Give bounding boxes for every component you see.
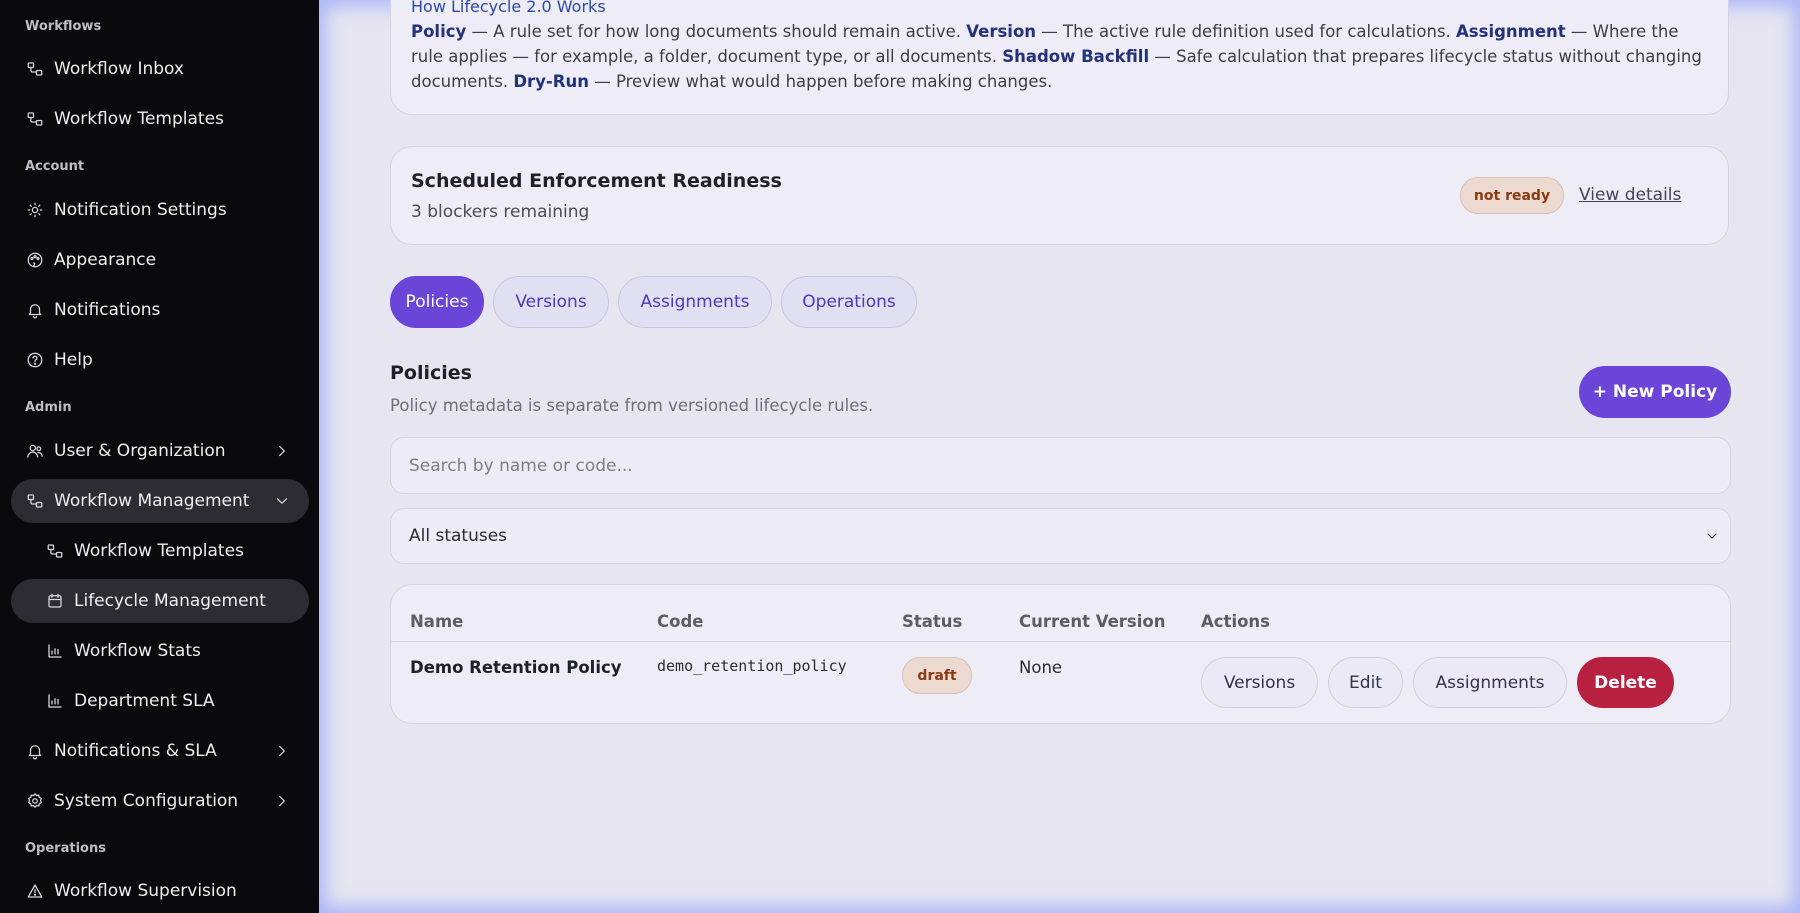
term-dry-run: Dry-Run bbox=[513, 72, 589, 91]
term-policy: Policy bbox=[411, 22, 467, 41]
policy-current-version: None bbox=[1019, 658, 1063, 677]
column-header-current-version: Current Version bbox=[1019, 612, 1166, 631]
chevron-down-icon bbox=[1704, 528, 1720, 549]
search-input[interactable]: Search by name or code... bbox=[390, 437, 1731, 494]
bell-icon bbox=[25, 300, 45, 320]
info-text: Policy — A rule set for how long documen… bbox=[411, 22, 1702, 91]
sidebar-item-lifecycle-management[interactable]: Lifecycle Management bbox=[11, 579, 309, 623]
sidebar-item-notifications[interactable]: Notifications bbox=[11, 288, 309, 332]
column-header-actions: Actions bbox=[1201, 612, 1270, 631]
chevron-right-icon bbox=[273, 442, 291, 460]
info-title: How Lifecycle 2.0 Works bbox=[411, 0, 606, 16]
term-shadow-backfill: Shadow Backfill bbox=[1002, 47, 1150, 66]
delete-button[interactable]: Delete bbox=[1577, 657, 1674, 708]
sidebar-item-department-sla[interactable]: Department SLA bbox=[11, 679, 309, 723]
policies-title: Policies bbox=[390, 362, 472, 384]
view-details-link[interactable]: View details bbox=[1579, 185, 1681, 205]
tab-operations[interactable]: Operations bbox=[781, 276, 917, 328]
sidebar-item-help[interactable]: Help bbox=[11, 338, 309, 382]
policy-name: Demo Retention Policy bbox=[410, 658, 622, 677]
section-label-operations: Operations bbox=[25, 841, 106, 856]
status-filter-value: All statuses bbox=[409, 526, 508, 546]
policies-table: Name Code Status Current Version Actions… bbox=[390, 584, 1731, 724]
bar-chart-icon bbox=[45, 641, 65, 661]
lifecycle-info-card: How Lifecycle 2.0 Works Policy — A rule … bbox=[390, 0, 1729, 115]
column-header-status: Status bbox=[902, 612, 963, 631]
sun-icon bbox=[25, 200, 45, 220]
bar-chart-icon bbox=[45, 691, 65, 711]
chevron-right-icon bbox=[273, 742, 291, 760]
policy-status-badge: draft bbox=[902, 657, 972, 694]
column-header-name: Name bbox=[410, 612, 464, 631]
sidebar-item-notification-settings[interactable]: Notification Settings bbox=[11, 188, 309, 232]
assignments-button[interactable]: Assignments bbox=[1413, 657, 1567, 708]
sidebar-item-workflow-supervision[interactable]: Workflow Supervision bbox=[11, 869, 309, 913]
help-circle-icon bbox=[25, 350, 45, 370]
sidebar-item-workflow-inbox[interactable]: Workflow Inbox bbox=[11, 47, 309, 91]
policy-code: demo_retention_policy bbox=[657, 657, 847, 675]
tab-policies[interactable]: Policies bbox=[390, 276, 484, 328]
workflow-icon bbox=[45, 541, 65, 561]
sidebar-item-workflow-templates[interactable]: Workflow Templates bbox=[11, 97, 309, 141]
enforcement-readiness-card: Scheduled Enforcement Readiness 3 blocke… bbox=[390, 146, 1729, 245]
main-content: How Lifecycle 2.0 Works Policy — A rule … bbox=[319, 0, 1800, 913]
sidebar-item-user-organization[interactable]: User & Organization bbox=[11, 429, 309, 473]
sidebar-item-system-configuration[interactable]: System Configuration bbox=[11, 779, 309, 823]
sidebar-item-appearance[interactable]: Appearance bbox=[11, 238, 309, 282]
section-label-workflows: Workflows bbox=[25, 19, 102, 34]
table-divider bbox=[391, 641, 1730, 642]
status-filter-select[interactable]: All statuses bbox=[390, 508, 1731, 564]
sidebar: Workflows Workflow Inbox Workflow Templa… bbox=[0, 0, 319, 913]
workflow-icon bbox=[25, 109, 45, 129]
bell-icon bbox=[25, 741, 45, 761]
tab-assignments[interactable]: Assignments bbox=[618, 276, 772, 328]
policies-subtitle: Policy metadata is separate from version… bbox=[390, 396, 874, 415]
readiness-title: Scheduled Enforcement Readiness bbox=[411, 170, 782, 192]
new-policy-button[interactable]: + New Policy bbox=[1579, 366, 1731, 418]
term-version: Version bbox=[966, 22, 1037, 41]
sidebar-item-workflow-templates-sub[interactable]: Workflow Templates bbox=[11, 529, 309, 573]
workflow-icon bbox=[25, 59, 45, 79]
warning-triangle-icon bbox=[25, 881, 45, 901]
tab-versions[interactable]: Versions bbox=[493, 276, 609, 328]
palette-icon bbox=[25, 250, 45, 270]
edit-button[interactable]: Edit bbox=[1328, 657, 1403, 708]
calendar-icon bbox=[45, 591, 65, 611]
versions-button[interactable]: Versions bbox=[1201, 657, 1318, 708]
sidebar-item-notifications-sla[interactable]: Notifications & SLA bbox=[11, 729, 309, 773]
column-header-code: Code bbox=[657, 612, 704, 631]
workflow-icon bbox=[25, 491, 45, 511]
chevron-down-icon bbox=[273, 492, 291, 510]
sidebar-item-workflow-stats[interactable]: Workflow Stats bbox=[11, 629, 309, 673]
readiness-subtitle: 3 blockers remaining bbox=[411, 202, 590, 222]
status-badge: not ready bbox=[1460, 177, 1564, 214]
sidebar-item-workflow-management[interactable]: Workflow Management bbox=[11, 479, 309, 523]
section-label-admin: Admin bbox=[25, 400, 72, 415]
section-label-account: Account bbox=[25, 159, 85, 174]
chevron-right-icon bbox=[273, 792, 291, 810]
term-assignment: Assignment bbox=[1456, 22, 1566, 41]
users-icon bbox=[25, 441, 45, 461]
gear-icon bbox=[25, 791, 45, 811]
